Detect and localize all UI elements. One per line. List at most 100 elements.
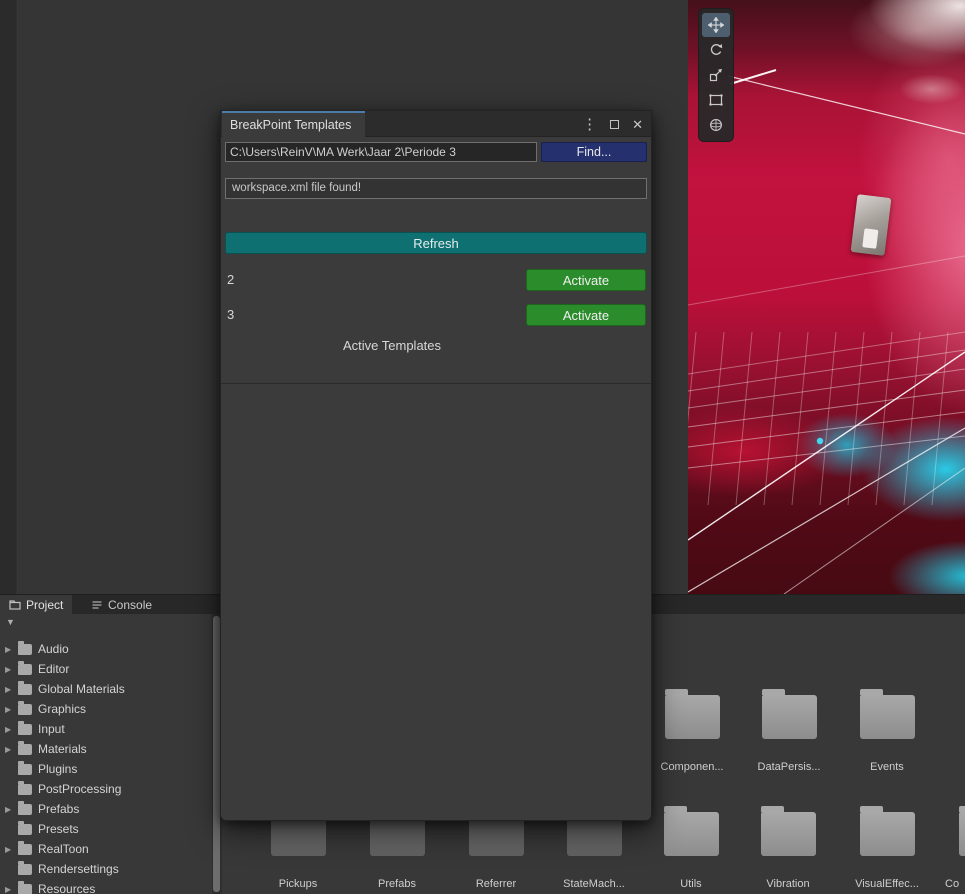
grid-item-vibration[interactable]: Vibration — [743, 812, 833, 890]
tree-item-audio[interactable]: ▶Audio — [0, 639, 213, 659]
folder-icon — [18, 644, 32, 655]
grid-item-label: Prefabs — [352, 878, 442, 890]
grid-item-prefabs[interactable]: Prefabs — [352, 812, 442, 890]
folder-icon — [18, 804, 32, 815]
scale-icon — [708, 67, 724, 83]
folder-icon — [18, 844, 32, 855]
separator — [221, 383, 651, 384]
scale-tool-button[interactable] — [702, 63, 730, 87]
grid-item-label: Vibration — [743, 878, 833, 890]
tree-item-label: RealToon — [38, 842, 89, 856]
tree-item-realtoon[interactable]: ▶ RealToon — [0, 839, 213, 859]
grid-item-visualeffects[interactable]: VisualEffec... — [842, 812, 932, 890]
rect-tool-button[interactable] — [702, 88, 730, 112]
grid-item-label: Events — [842, 761, 932, 773]
folder-icon — [18, 784, 32, 795]
folder-icon — [18, 744, 32, 755]
grid-item-label: Componen... — [647, 761, 737, 773]
tree-item-label: Presets — [38, 822, 79, 836]
grid-item-clipped[interactable]: Co — [941, 812, 965, 890]
expand-arrow-icon[interactable]: ▶ — [0, 645, 14, 654]
tree-item-graphics[interactable]: ▶ Graphics — [0, 699, 213, 719]
move-tool-button[interactable] — [702, 13, 730, 37]
template-row: 3 Activate — [221, 304, 651, 326]
close-icon[interactable]: ✕ — [632, 118, 643, 131]
expand-arrow-icon[interactable]: ▶ — [0, 725, 14, 734]
expand-arrow-icon[interactable]: ▶ — [0, 885, 14, 894]
grid-item-components[interactable]: Componen... — [647, 695, 737, 773]
breakpoint-templates-window: BreakPoint Templates ⋮ ✕ Find... workspa… — [220, 110, 652, 821]
expand-arrow-icon[interactable]: ▶ — [0, 745, 14, 754]
tree-item-label: PostProcessing — [38, 782, 121, 796]
unity-editor-root: Project Console ▼ ▶Audio ▶Editor ▶Global… — [0, 0, 965, 894]
window-body: Find... workspace.xml file found! Refres… — [221, 137, 651, 820]
folder-icon — [18, 704, 32, 715]
tab-console[interactable]: Console — [82, 595, 161, 615]
tree-item-global-materials[interactable]: ▶Global Materials — [0, 679, 213, 699]
grid-item-label: DataPersis... — [744, 761, 834, 773]
status-field[interactable]: workspace.xml file found! — [225, 178, 647, 199]
tree-item-rendersettings[interactable]: Rendersettings — [0, 859, 213, 879]
activate-button[interactable]: Activate — [526, 304, 646, 326]
folder-icon — [665, 695, 720, 739]
grid-item-utils[interactable]: Utils — [646, 812, 736, 890]
workspace-path-input[interactable] — [225, 142, 537, 162]
expand-arrow-icon[interactable]: ▶ — [0, 685, 14, 694]
tree-item-resources[interactable]: ▶ Resources — [0, 879, 213, 894]
project-icon — [9, 599, 21, 611]
grid-item-label: VisualEffec... — [842, 878, 932, 890]
template-row: 2 Activate — [221, 269, 651, 291]
console-icon — [91, 599, 103, 611]
transform-tool-button[interactable] — [702, 113, 730, 137]
expand-arrow-icon[interactable]: ▶ — [0, 805, 14, 814]
folder-icon — [18, 824, 32, 835]
grid-item-label: StateMach... — [549, 878, 639, 890]
tree-item-label: Resources — [38, 882, 95, 894]
grid-item-label: Co — [941, 878, 965, 890]
folder-icon — [762, 695, 817, 739]
move-icon — [708, 17, 724, 33]
grid-item-pickups[interactable]: Pickups — [253, 812, 343, 890]
grid-item-events[interactable]: Events — [842, 695, 932, 773]
folder-icon — [18, 724, 32, 735]
scene-cyan-gizmo — [817, 438, 823, 444]
refresh-button[interactable]: Refresh — [225, 232, 647, 254]
window-title-tab[interactable]: BreakPoint Templates — [222, 111, 365, 137]
tree-item-label: Plugins — [38, 762, 77, 776]
window-titlebar[interactable]: BreakPoint Templates ⋮ ✕ — [221, 111, 651, 137]
project-tree-panel: ▼ ▶Audio ▶Editor ▶Global Materials ▶ Grap… — [0, 614, 213, 894]
folder-icon — [18, 684, 32, 695]
tab-project[interactable]: Project — [0, 595, 72, 615]
maximize-icon[interactable] — [610, 120, 619, 129]
grid-item-referrer[interactable]: Referrer — [451, 812, 541, 890]
tree-item-prefabs[interactable]: ▶Prefabs — [0, 799, 213, 819]
scene-tools-toolbar — [698, 8, 734, 142]
grid-item-label: Utils — [646, 878, 736, 890]
grid-item-statemachine[interactable]: StateMach... — [549, 812, 639, 890]
window-controls: ⋮ ✕ — [582, 111, 643, 137]
window-title: BreakPoint Templates — [230, 118, 351, 132]
tree-item-editor[interactable]: ▶Editor — [0, 659, 213, 679]
activate-button[interactable]: Activate — [526, 269, 646, 291]
folder-icon — [959, 812, 965, 856]
tree-item-postprocessing[interactable]: PostProcessing — [0, 779, 213, 799]
template-id: 3 — [227, 307, 234, 322]
window-menu-icon[interactable]: ⋮ — [582, 117, 597, 132]
find-button[interactable]: Find... — [541, 142, 647, 162]
expand-arrow-icon[interactable]: ▶ — [0, 845, 14, 854]
rect-icon — [708, 92, 724, 108]
folder-icon — [860, 695, 915, 739]
tree-item-plugins[interactable]: Plugins — [0, 759, 213, 779]
active-templates-heading: Active Templates — [177, 338, 607, 353]
tree-scrollbar-thumb[interactable] — [213, 616, 220, 892]
tree-item-input[interactable]: ▶Input — [0, 719, 213, 739]
path-row: Find... — [225, 142, 647, 162]
tree-root-collapse-arrow-icon[interactable]: ▼ — [6, 617, 15, 627]
expand-arrow-icon[interactable]: ▶ — [0, 665, 14, 674]
tree-item-presets[interactable]: Presets — [0, 819, 213, 839]
tree-item-label: Graphics — [38, 702, 86, 716]
rotate-tool-button[interactable] — [702, 38, 730, 62]
expand-arrow-icon[interactable]: ▶ — [0, 705, 14, 714]
tree-item-materials[interactable]: ▶Materials — [0, 739, 213, 759]
grid-item-datapersistence[interactable]: DataPersis... — [744, 695, 834, 773]
